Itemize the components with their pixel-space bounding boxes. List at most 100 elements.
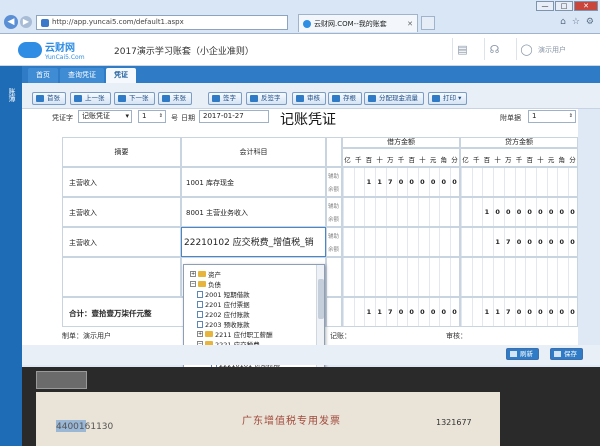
unsign-icon bbox=[250, 95, 258, 102]
digit-gridline bbox=[471, 298, 481, 326]
digit-unit-label: 万 bbox=[387, 156, 394, 164]
digit-gridline bbox=[535, 258, 545, 296]
next-button[interactable]: 下一张 bbox=[114, 92, 155, 105]
date-field[interactable]: 2017-01-27 bbox=[199, 110, 269, 123]
empty-row-cell[interactable] bbox=[62, 257, 181, 297]
amount-digit: 0 bbox=[409, 178, 414, 186]
minimize-button[interactable]: — bbox=[536, 1, 554, 11]
attachment-thumbnail[interactable] bbox=[36, 371, 87, 389]
cashflow-button[interactable]: 分配现金流量 bbox=[364, 92, 424, 105]
credit-cell[interactable]: 100000000 bbox=[460, 197, 578, 227]
digit-unit-label: 千 bbox=[354, 156, 362, 164]
tree-node[interactable]: 2001 短期借款 bbox=[197, 289, 250, 299]
address-url[interactable]: http://app.yuncai5.com/default1.aspx bbox=[52, 16, 184, 29]
tree-scroll-thumb[interactable] bbox=[318, 279, 324, 319]
home-icon[interactable]: ⌂ bbox=[560, 17, 566, 27]
maximize-button[interactable]: □ bbox=[555, 1, 573, 11]
tree-node[interactable]: 2203 预收账款 bbox=[197, 319, 250, 329]
new-tab-button[interactable] bbox=[421, 16, 435, 30]
browser-tab[interactable]: 云财网.COM--我的账套 ✕ bbox=[298, 14, 418, 32]
sign-icon bbox=[212, 95, 220, 102]
document-icon[interactable]: ▤ bbox=[452, 38, 472, 60]
user-avatar-icon[interactable]: ◯ bbox=[516, 38, 536, 60]
unsign-button[interactable]: 反签字 bbox=[246, 92, 287, 105]
tree-node[interactable]: +2211 应付职工薪酬 bbox=[197, 329, 273, 339]
debit-cell[interactable] bbox=[342, 197, 460, 227]
credit-cell[interactable] bbox=[460, 167, 578, 197]
digit-gridline bbox=[471, 198, 481, 226]
tab-voucher[interactable]: 凭证 bbox=[106, 68, 136, 83]
module-tabs: 首页 查询凭证 凭证 bbox=[22, 66, 600, 83]
digit-gridline bbox=[343, 198, 352, 226]
digit-unit-label: 百 bbox=[365, 156, 373, 164]
account-cell[interactable]: 22210102 应交税费_增值税_销 bbox=[181, 227, 326, 257]
save-button[interactable]: 保存 bbox=[550, 348, 583, 360]
refresh-button[interactable]: 刷新 bbox=[506, 348, 539, 360]
digit-unit-label: 万 bbox=[505, 156, 512, 164]
user-name[interactable]: 演示用户 bbox=[538, 45, 566, 55]
empty-row-cell[interactable] bbox=[326, 257, 342, 297]
print-button[interactable]: 打印 ▾ bbox=[428, 92, 468, 105]
balance-label: 余额 bbox=[328, 217, 340, 223]
browser-tools: ⌂ ☆ ⚙ bbox=[560, 17, 594, 27]
audit-icon bbox=[296, 95, 304, 102]
digit-gridline bbox=[514, 258, 524, 296]
tree-node[interactable]: + 资产 bbox=[190, 269, 221, 279]
first-button[interactable]: 首张 bbox=[32, 92, 66, 105]
digit-gridline bbox=[375, 198, 384, 226]
account-cell[interactable]: 1001 库存现金 bbox=[181, 167, 326, 197]
prev-button[interactable]: 上一张 bbox=[70, 92, 111, 105]
bookkeeper-label: 记账： bbox=[330, 332, 351, 340]
number-stepper[interactable]: 1 ⇕ bbox=[138, 110, 166, 123]
back-icon[interactable]: ◀ bbox=[4, 15, 18, 29]
headset-icon[interactable]: ☊ bbox=[484, 38, 504, 60]
amount-digit: 0 bbox=[452, 308, 457, 316]
word-select[interactable]: 记账凭证 ▾ bbox=[78, 110, 132, 123]
sign-button[interactable]: 签字 bbox=[208, 92, 242, 105]
tab-home[interactable]: 首页 bbox=[28, 68, 58, 83]
settings-gear-icon[interactable]: ⚙ bbox=[586, 17, 594, 27]
empty-row-cell[interactable] bbox=[460, 257, 578, 297]
attach-stepper[interactable]: 1 ⇕ bbox=[528, 110, 576, 123]
tree-node[interactable]: − 负债 bbox=[190, 279, 221, 289]
aux-label: 辅助 bbox=[328, 174, 340, 180]
digit-unit-label: 角 bbox=[440, 156, 448, 164]
close-button[interactable]: ✕ bbox=[574, 1, 598, 11]
digit-gridline bbox=[493, 258, 502, 296]
debit-cell[interactable] bbox=[342, 227, 460, 257]
expand-icon[interactable]: + bbox=[190, 271, 196, 277]
digit-unit-label: 百 bbox=[408, 156, 415, 164]
sidebar-label[interactable]: 账簿 bbox=[7, 88, 17, 102]
favorites-icon[interactable]: ☆ bbox=[572, 17, 580, 27]
forward-icon[interactable]: ▶ bbox=[20, 16, 32, 28]
digit-gridline bbox=[343, 258, 352, 296]
expand-icon[interactable]: + bbox=[197, 331, 203, 337]
debit-cell[interactable]: 117000000 bbox=[342, 167, 460, 197]
digit-gridline bbox=[353, 198, 363, 226]
digit-unit-label: 百 bbox=[526, 156, 533, 164]
tab-query-voucher[interactable]: 查询凭证 bbox=[60, 68, 104, 83]
aux-cell: 辅助 余额 bbox=[326, 197, 342, 227]
collapse-icon[interactable]: − bbox=[190, 281, 196, 287]
audit-button[interactable]: 审核 bbox=[292, 92, 326, 105]
amount-digit: 1 bbox=[484, 308, 490, 316]
tree-node[interactable]: 2201 应付票据 bbox=[197, 299, 250, 309]
digit-gridline bbox=[428, 228, 438, 256]
tab-close-icon[interactable]: ✕ bbox=[407, 20, 413, 28]
account-cell[interactable]: 8001 主营业务收入 bbox=[181, 197, 326, 227]
digit-gridline bbox=[525, 168, 534, 196]
address-bar[interactable]: http://app.yuncai5.com/default1.aspx bbox=[36, 15, 288, 30]
last-button[interactable]: 末张 bbox=[158, 92, 192, 105]
credit-cell[interactable]: 17000000 bbox=[460, 227, 578, 257]
app-logo[interactable]: 云财网 YunCai5.Com bbox=[18, 39, 85, 61]
amount-digit: 0 bbox=[452, 178, 457, 186]
tree-node[interactable]: 2202 应付账款 bbox=[197, 309, 250, 319]
total-debit-cell: 117000000 bbox=[342, 297, 460, 327]
digit-unit-label: 角 bbox=[558, 156, 566, 164]
summary-cell[interactable]: 主营收入 bbox=[62, 167, 181, 197]
summary-cell[interactable]: 主营收入 bbox=[62, 227, 181, 257]
total-credit-cell: 117000000 bbox=[460, 297, 578, 327]
empty-row-cell[interactable] bbox=[342, 257, 460, 297]
stub-button[interactable]: 存根 bbox=[328, 92, 362, 105]
summary-cell[interactable]: 主营收入 bbox=[62, 197, 181, 227]
